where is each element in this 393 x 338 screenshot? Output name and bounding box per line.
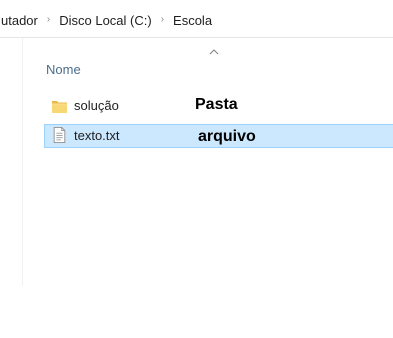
annotation-label: Pasta [195, 96, 238, 113]
file-name: solução [74, 98, 119, 113]
annotation-label: arquivo [198, 128, 256, 145]
address-bar[interactable]: utador › Disco Local (C:) › Escola [0, 0, 393, 38]
chevron-right-icon[interactable]: › [47, 14, 50, 25]
file-name: texto.txt [74, 128, 120, 143]
text-file-icon [53, 127, 66, 143]
breadcrumb: utador › Disco Local (C:) › Escola [0, 11, 213, 29]
breadcrumb-item-escola[interactable]: Escola [172, 13, 213, 28]
breadcrumb-item-local-disk[interactable]: Disco Local (C:) [58, 13, 152, 28]
sort-ascending-icon[interactable] [209, 48, 219, 56]
column-header-name[interactable]: Nome [46, 62, 81, 77]
file-row-solucao[interactable]: solução Pasta [44, 95, 393, 117]
file-row-texto-txt[interactable]: texto.txt arquivo [44, 124, 393, 148]
folder-icon [52, 101, 67, 113]
breadcrumb-item-computer[interactable]: utador [0, 13, 39, 28]
chevron-right-icon[interactable]: › [161, 14, 164, 25]
navigation-pane-divider [22, 38, 23, 286]
